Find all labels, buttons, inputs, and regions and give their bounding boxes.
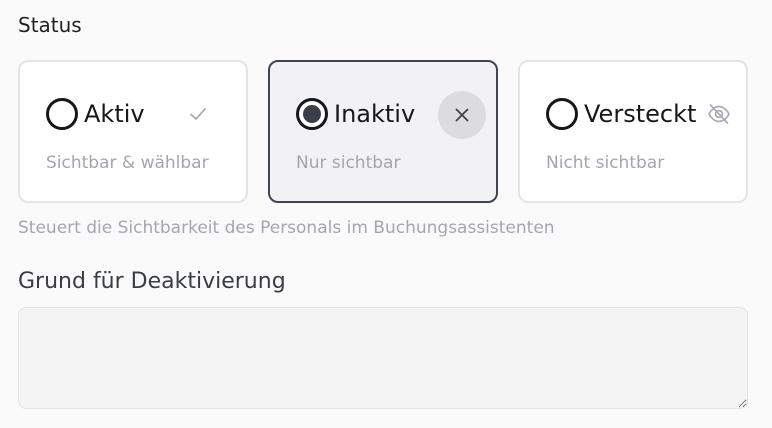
status-option-inaktiv[interactable]: Inaktiv Nur sichtbar [268, 60, 498, 203]
status-label: Status [18, 13, 82, 37]
radio-inaktiv[interactable] [296, 98, 328, 130]
option-subtitle-inaktiv: Nur sichtbar [296, 153, 401, 173]
check-icon [186, 102, 210, 126]
option-subtitle-aktiv: Sichtbar & wählbar [46, 153, 209, 173]
reason-textarea[interactable] [18, 307, 748, 409]
status-radio-group: Aktiv Sichtbar & wählbar Inaktiv Nur sic… [18, 60, 748, 203]
close-icon[interactable] [438, 91, 486, 139]
status-option-versteckt[interactable]: Versteckt Nicht sichtbar [518, 60, 748, 203]
radio-versteckt[interactable] [546, 98, 578, 130]
option-header: Inaktiv [296, 91, 486, 139]
option-subtitle-versteckt: Nicht sichtbar [546, 153, 665, 173]
option-title-versteckt: Versteckt [584, 100, 697, 128]
reason-label: Grund für Deaktivierung [18, 269, 286, 294]
radio-aktiv[interactable] [46, 98, 78, 130]
option-title-aktiv: Aktiv [84, 100, 145, 128]
option-header: Versteckt [546, 92, 732, 136]
status-option-aktiv[interactable]: Aktiv Sichtbar & wählbar [18, 60, 248, 203]
radio-selected-dot [303, 105, 321, 123]
option-header: Aktiv [46, 92, 232, 136]
status-form: Status Aktiv Sichtbar & wählbar Inaktiv [0, 0, 772, 428]
eye-off-icon [706, 102, 732, 126]
status-helper-text: Steuert die Sichtbarkeit des Personals i… [18, 218, 555, 238]
option-title-inaktiv: Inaktiv [334, 100, 416, 128]
